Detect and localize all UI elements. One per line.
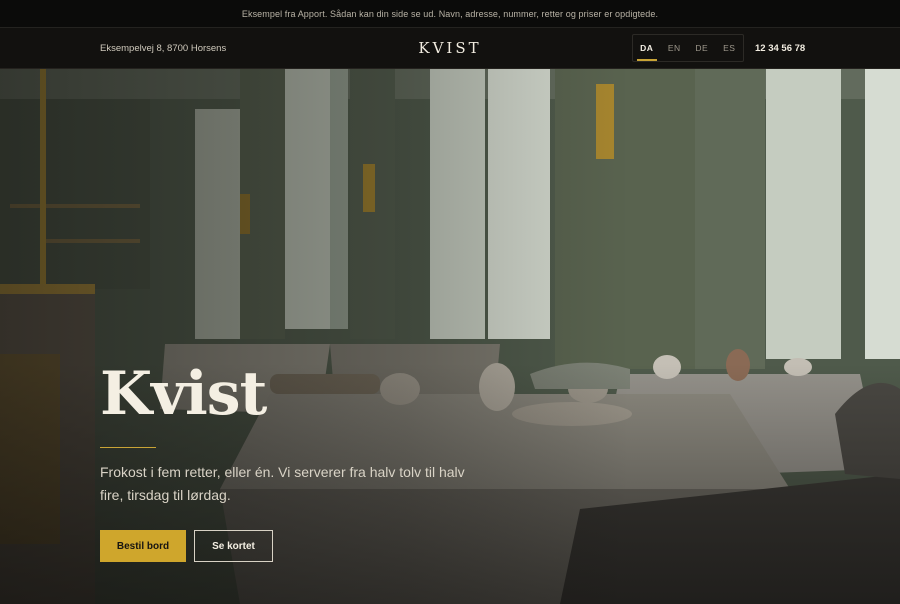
language-es[interactable]: ES — [716, 35, 744, 61]
language-de[interactable]: DE — [688, 35, 716, 61]
hero-section: Kvist Frokost i fem retter, eller én. Vi… — [0, 69, 900, 604]
language-en[interactable]: EN — [661, 35, 689, 61]
language-switcher: DA EN DE ES — [632, 34, 744, 62]
phone-number[interactable]: 12 34 56 78 — [755, 43, 805, 54]
hero-title: Kvist — [100, 359, 267, 429]
language-da[interactable]: DA — [633, 35, 661, 61]
hero-description: Frokost i fem retter, eller én. Vi serve… — [100, 464, 465, 503]
book-table-button[interactable]: Bestil bord — [100, 530, 186, 562]
see-menu-button[interactable]: Se kortet — [194, 530, 273, 562]
demo-notice-text: Eksempel fra Apport. Sådan kan din side … — [241, 8, 659, 19]
demo-notice-bar: Eksempel fra Apport. Sådan kan din side … — [0, 0, 900, 28]
hero-divider — [100, 447, 156, 448]
hero-overlay — [0, 69, 900, 604]
site-header: Eksempelvej 8, 8700 Horsens KVIST DA EN … — [0, 28, 900, 69]
